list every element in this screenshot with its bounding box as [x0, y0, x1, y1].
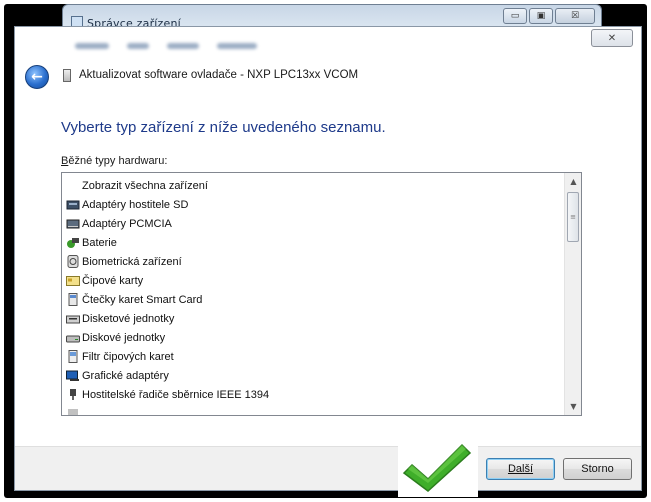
update-driver-dialog: ✕ ← Aktualizovat software ovladače - NXP…: [14, 26, 642, 491]
minimize-button[interactable]: ▭: [503, 8, 527, 24]
scroll-up-arrow-icon[interactable]: ▲: [565, 173, 581, 190]
device-icon: [63, 69, 71, 82]
hardware-types-list[interactable]: Zobrazit všechna zařízení Adaptéry hosti…: [61, 172, 582, 416]
list-item[interactable]: Biometrická zařízení: [62, 252, 565, 271]
hardware-types-label: Běžné typy hardwaru:: [61, 155, 168, 167]
list-item[interactable]: Diskové jednotky: [62, 328, 565, 347]
list-item[interactable]: Čipové karty: [62, 271, 565, 290]
list-item[interactable]: Adaptéry hostitele SD: [62, 195, 565, 214]
partial-item-icon: [66, 407, 80, 415]
list-item[interactable]: Disketové jednotky: [62, 309, 565, 328]
green-checkmark-icon: [398, 433, 478, 497]
scroll-down-arrow-icon[interactable]: ▼: [565, 398, 581, 415]
list-item[interactable]: Zobrazit všechna zařízení: [62, 176, 565, 195]
display-adapter-icon: [66, 369, 80, 382]
dialog-footer: Další Storno: [15, 446, 641, 490]
dialog-header-title: Aktualizovat software ovladače - NXP LPC…: [79, 69, 359, 81]
back-arrow-icon: ←: [31, 69, 43, 85]
smart-card-reader-icon: [66, 293, 80, 306]
sd-host-adapter-icon: [66, 198, 80, 211]
list-item-partial[interactable]: [62, 404, 565, 415]
list-item[interactable]: Filtr čipových karet: [62, 347, 565, 366]
back-button[interactable]: ←: [25, 65, 49, 89]
list-item[interactable]: Baterie: [62, 233, 565, 252]
biometric-device-icon: [66, 255, 80, 268]
blurred-menu-bar: [75, 43, 257, 49]
scroll-thumb[interactable]: ≡: [567, 192, 579, 242]
window-controls: ▭ ▣ ☒: [503, 8, 595, 24]
list-scrollbar[interactable]: ▲ ≡ ▼: [564, 173, 581, 415]
cancel-button[interactable]: Storno: [563, 458, 632, 480]
smart-card-filter-icon: [66, 350, 80, 363]
window-close-button[interactable]: ☒: [555, 8, 595, 24]
ieee1394-controller-icon: [66, 388, 80, 401]
pcmcia-adapter-icon: [66, 217, 80, 230]
maximize-button[interactable]: ▣: [529, 8, 553, 24]
battery-icon: [66, 236, 80, 249]
dialog-close-button[interactable]: ✕: [591, 29, 633, 47]
list-item[interactable]: Hostitelské řadiče sběrnice IEEE 1394: [62, 385, 565, 404]
floppy-drive-icon: [66, 312, 80, 325]
next-button[interactable]: Další: [486, 458, 555, 480]
disk-drive-icon: [66, 331, 80, 344]
list-item[interactable]: Čtečky karet Smart Card: [62, 290, 565, 309]
smart-card-icon: [66, 274, 80, 287]
list-item[interactable]: Adaptéry PCMCIA: [62, 214, 565, 233]
page-heading: Vyberte typ zařízení z níže uvedeného se…: [61, 119, 386, 136]
list-item[interactable]: Grafické adaptéry: [62, 366, 565, 385]
